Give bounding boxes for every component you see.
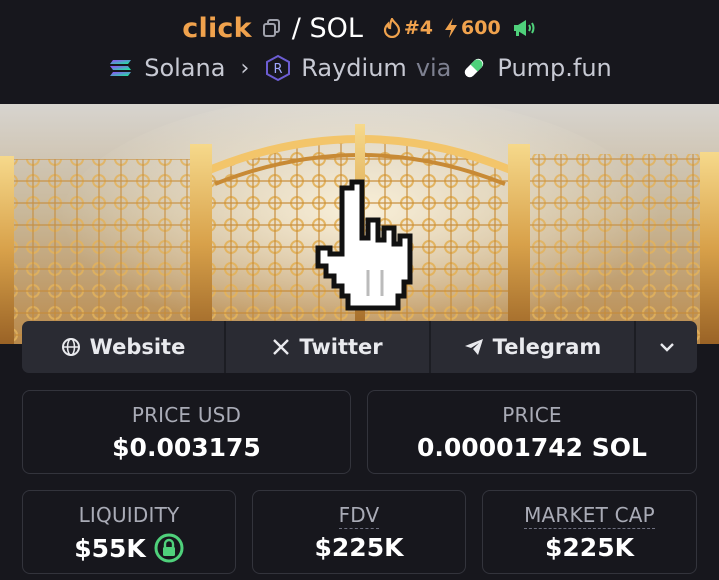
website-label: Website xyxy=(89,335,186,359)
copy-icon[interactable] xyxy=(262,18,282,38)
boost-value: 600 xyxy=(461,17,501,39)
megaphone-icon[interactable] xyxy=(511,17,537,39)
quote-symbol: / SOL xyxy=(291,12,363,44)
telegram-label: Telegram xyxy=(492,335,602,359)
pair-route: Solana › R Raydium via Pump.fun xyxy=(0,50,719,86)
twitter-button[interactable]: Twitter xyxy=(226,321,431,373)
social-links-bar: Website Twitter Telegram xyxy=(22,321,697,373)
liquidity-value: $55K xyxy=(74,533,146,563)
globe-icon xyxy=(61,338,80,356)
trending-rank[interactable]: #4 xyxy=(383,17,433,39)
chevron-down-icon xyxy=(659,343,674,352)
solana-icon xyxy=(107,54,135,82)
price-native-card: PRICE 0.00001742 SOL xyxy=(367,390,697,474)
rank-value: #4 xyxy=(403,17,434,39)
token-banner-image xyxy=(0,104,719,344)
x-icon xyxy=(273,339,290,355)
pair-header: click / SOL #4 600 Solana › R Raydium vi… xyxy=(0,0,719,104)
price-usd-value: $0.003175 xyxy=(112,433,261,462)
chain-name[interactable]: Solana xyxy=(144,54,225,82)
market-cap-card: MARKET CAP $225K xyxy=(482,490,697,574)
fdv-card: FDV $225K xyxy=(252,490,466,574)
flame-icon xyxy=(383,18,400,38)
via-label: via xyxy=(415,54,452,82)
liquidity-row: $55K xyxy=(23,533,235,563)
price-native-value: 0.00001742 SOL xyxy=(417,433,647,462)
lightning-icon xyxy=(445,18,458,38)
liquidity-label: LIQUIDITY xyxy=(78,503,180,527)
market-cap-value: $225K xyxy=(545,533,634,562)
twitter-label: Twitter xyxy=(299,335,383,359)
token-symbol: click xyxy=(182,12,252,44)
launchpad-name[interactable]: Pump.fun xyxy=(497,54,611,82)
svg-text:R: R xyxy=(274,62,283,77)
pill-icon xyxy=(460,54,488,82)
website-button[interactable]: Website xyxy=(22,321,226,373)
pair-title-row: click / SOL #4 600 xyxy=(0,6,719,50)
fdv-label[interactable]: FDV xyxy=(338,503,380,529)
dex-name[interactable]: Raydium xyxy=(301,54,407,82)
telegram-button[interactable]: Telegram xyxy=(431,321,636,373)
raydium-icon: R xyxy=(264,54,292,82)
telegram-icon xyxy=(464,339,483,355)
price-label: PRICE xyxy=(502,403,562,427)
boost-count[interactable]: 600 xyxy=(443,17,501,39)
market-cap-label[interactable]: MARKET CAP xyxy=(524,503,655,529)
liquidity-card: LIQUIDITY $55K xyxy=(22,490,236,574)
more-links-button[interactable] xyxy=(636,321,697,373)
price-usd-label: PRICE USD xyxy=(131,403,242,427)
lock-icon[interactable] xyxy=(154,533,184,563)
price-usd-card: PRICE USD $0.003175 xyxy=(22,390,351,474)
fdv-value: $225K xyxy=(314,533,404,562)
chevron-right-icon: › xyxy=(240,55,250,81)
